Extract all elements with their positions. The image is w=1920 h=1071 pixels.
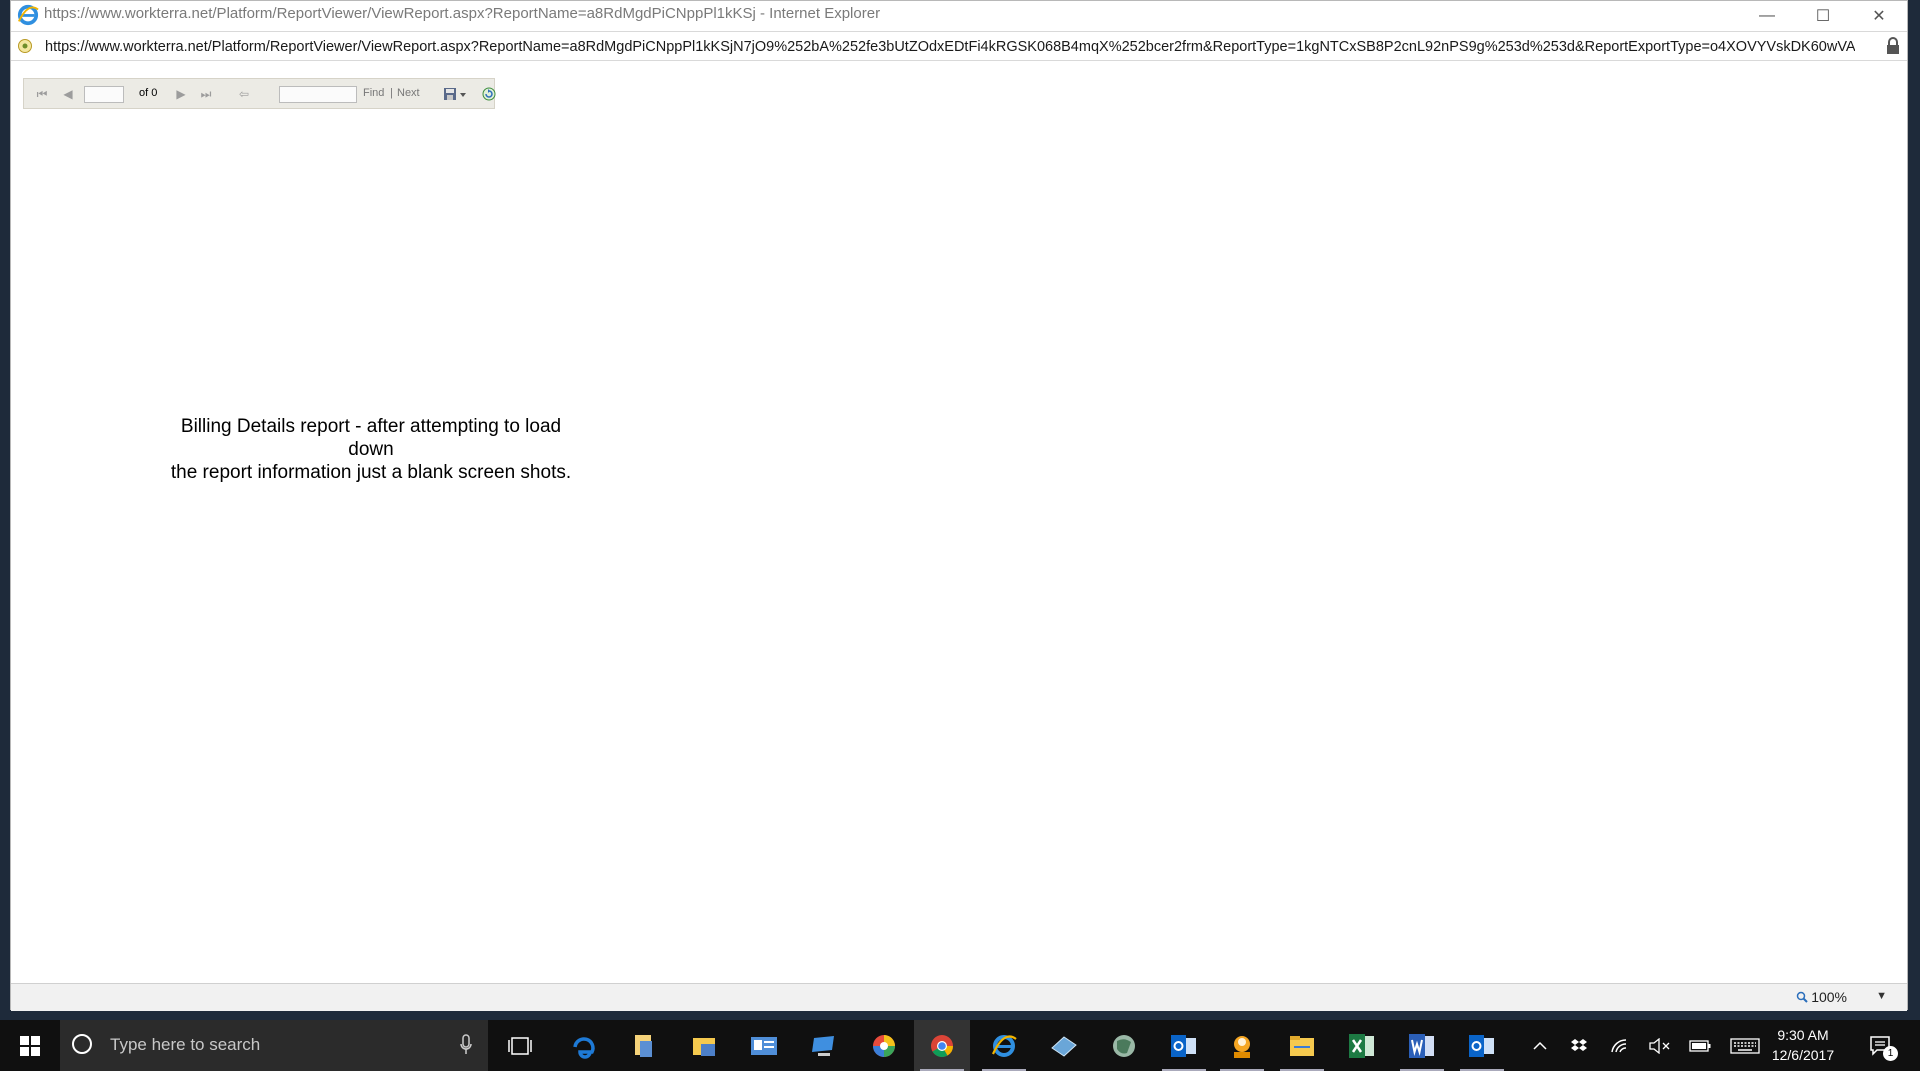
zoom-magnifier-icon [1796,991,1808,1003]
touch-keyboard-button[interactable] [1728,1035,1762,1057]
show-hidden-icons-button[interactable] [1530,1035,1550,1057]
zoom-level: 100% [1811,989,1847,1005]
taskbar-app-folder-doc[interactable] [676,1020,732,1071]
back-to-parent-icon[interactable]: ⇦ [236,85,252,103]
clock-time: 9:30 AM [1777,1027,1829,1043]
report-annotation-line-2: the report information just a blank scre… [170,462,572,483]
export-button[interactable] [442,85,468,103]
task-view-icon [508,1036,532,1055]
taskbar-file-explorer[interactable] [1274,1020,1330,1071]
maximize-icon: ☐ [1815,8,1831,25]
pinwheel-app-icon [873,1034,895,1057]
avatar-app-icon [1234,1035,1250,1058]
action-center-button[interactable]: 1 [1866,1035,1898,1061]
word-icon [1409,1033,1434,1058]
internet-explorer-taskbar-icon [992,1034,1017,1057]
first-page-icon[interactable]: ⏮ [34,85,50,103]
taskbar-app-tool[interactable] [1036,1020,1092,1071]
taskbar-app-remote-desktop[interactable] [796,1020,852,1071]
title-bar[interactable]: https://www.workterra.net/Platform/Repor… [11,1,1907,31]
taskbar-search-box[interactable]: Type here to search [60,1020,488,1071]
wifi-tray-button[interactable] [1608,1035,1632,1057]
refresh-button[interactable] [481,85,497,103]
save-disk-icon [444,88,466,100]
address-bar[interactable]: https://www.workterra.net/Platform/Repor… [11,31,1907,61]
outlook-second-icon [1469,1034,1494,1057]
wifi-icon [1611,1039,1627,1053]
chevron-up-icon [1533,1041,1547,1050]
report-viewer-toolbar: ⏮ ◀ of 0 ▶ ⏭ ⇦ Find | Next [23,78,497,109]
taskbar-internet-explorer[interactable] [976,1020,1032,1071]
report-annotation-line-1: Billing Details report - after attemptin… [180,416,562,460]
taskbar-excel[interactable] [1334,1020,1390,1071]
globe-app-icon [1113,1034,1135,1057]
close-icon: ✕ [1872,8,1886,25]
taskbar-outlook[interactable] [1156,1020,1212,1071]
edge-icon [573,1036,595,1059]
taskbar-outlook-2[interactable] [1454,1020,1510,1071]
close-button[interactable]: ✕ [1851,1,1907,31]
search-placeholder: Type here to search [110,1035,261,1054]
tool-app-icon [1051,1035,1077,1057]
task-view-button[interactable] [492,1020,548,1071]
keyboard-icon [1730,1038,1760,1054]
file-explorer-icon [1290,1035,1314,1056]
outlook-icon [1171,1034,1196,1057]
taskbar-chrome[interactable] [914,1020,970,1071]
find-next-link[interactable]: Next [397,87,420,99]
previous-page-icon[interactable]: ◀ [61,85,75,103]
start-button[interactable] [0,1020,60,1071]
taskbar-app-contacts[interactable] [736,1020,792,1071]
battery-icon [1689,1040,1711,1052]
dropbox-tray-button[interactable] [1568,1035,1590,1057]
minimize-button[interactable]: — [1739,1,1795,31]
dropbox-icon [1571,1039,1587,1051]
find-text-input[interactable] [279,86,357,103]
battery-tray-button[interactable] [1688,1035,1712,1057]
taskbar-app-avatar[interactable] [1214,1020,1270,1071]
document-folder-icon [635,1034,652,1057]
taskbar-app-globe[interactable] [1096,1020,1152,1071]
lock-icon[interactable] [1885,37,1901,55]
clock-date: 12/6/2017 [1771,1047,1835,1063]
windows-taskbar: Type here to search 9:30 AM 12/6/2017 1 [0,1020,1920,1071]
folder-icon [693,1037,715,1056]
chrome-icon [931,1034,953,1057]
status-bar: 100% ▼ [11,983,1907,1011]
taskbar-word[interactable] [1394,1020,1450,1071]
remote-desktop-icon [812,1035,834,1056]
taskbar-app-documents[interactable] [616,1020,672,1071]
report-annotation-text: Billing Details report - after attemptin… [161,415,581,484]
zoom-control[interactable]: 100% [1796,989,1847,1005]
microphone-icon[interactable] [460,1034,472,1056]
site-info-icon[interactable] [17,38,33,54]
zoom-dropdown-icon[interactable]: ▼ [1876,990,1887,1002]
internet-explorer-icon [17,4,39,26]
toolbar-separator: | [390,87,393,99]
contact-card-icon [751,1036,777,1055]
volume-muted-icon [1649,1038,1670,1054]
window-title: https://www.workterra.net/Platform/Repor… [44,5,881,22]
windows-logo-icon [20,1035,40,1056]
minimize-icon: — [1759,7,1775,24]
find-link[interactable]: Find [363,87,384,99]
refresh-icon [482,87,496,101]
cortana-icon [72,1034,92,1054]
internet-explorer-window: https://www.workterra.net/Platform/Repor… [10,0,1908,1011]
taskbar-clock[interactable]: 9:30 AM 12/6/2017 [1768,1025,1838,1065]
taskbar-edge[interactable] [556,1020,612,1071]
taskbar-app-picasa[interactable] [856,1020,912,1071]
volume-tray-button[interactable] [1648,1035,1672,1057]
page-count-label: of 0 [139,87,158,99]
notification-count-badge: 1 [1883,1046,1898,1061]
last-page-icon[interactable]: ⏭ [198,85,214,103]
maximize-button[interactable]: ☐ [1795,1,1851,31]
excel-icon [1349,1033,1374,1058]
url-text[interactable]: https://www.workterra.net/Platform/Repor… [45,37,1855,57]
next-page-icon[interactable]: ▶ [174,85,188,103]
page-number-input[interactable] [84,86,124,103]
